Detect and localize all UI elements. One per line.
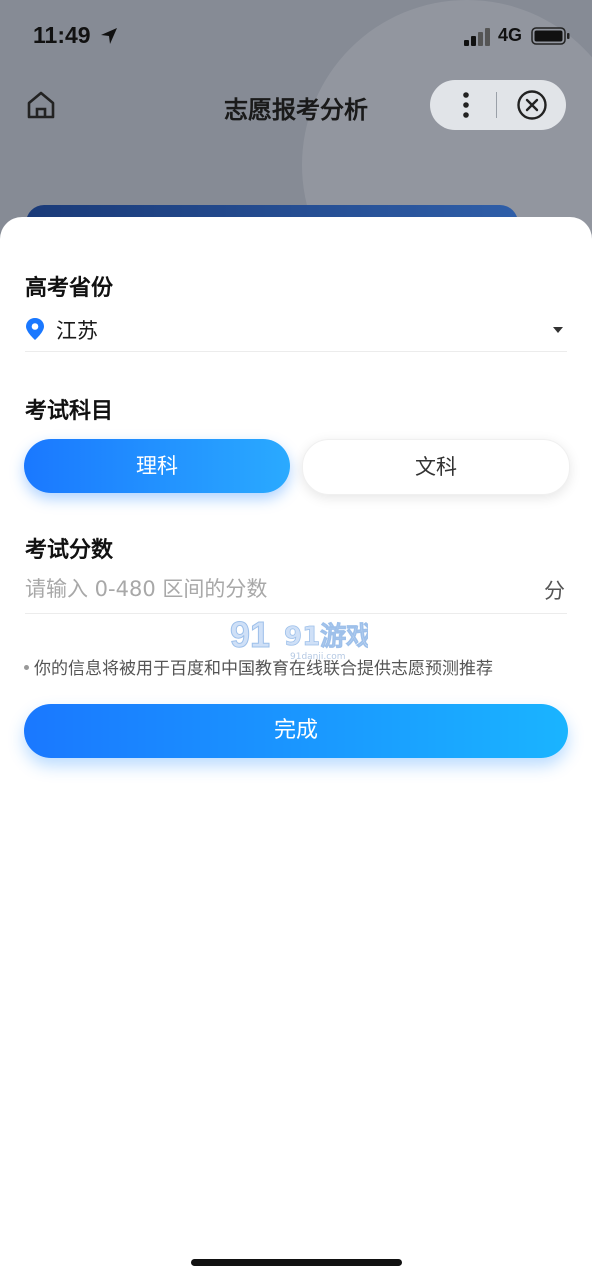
form-sheet: 高考省份 江苏 考试科目 理科 文科 考试分数 分 91 91游戏 91danj… bbox=[0, 217, 592, 1280]
privacy-note: 你的信息将被用于百度和中国教育在线联合提供志愿预测推荐 bbox=[24, 654, 493, 679]
province-label: 高考省份 bbox=[25, 276, 114, 301]
miniapp-capsule bbox=[430, 80, 566, 130]
score-label: 考试分数 bbox=[25, 538, 114, 563]
nav-bar: 志愿报考分析 bbox=[0, 70, 592, 140]
network-type: 4G bbox=[498, 25, 523, 45]
more-icon[interactable] bbox=[456, 89, 476, 121]
status-bar: 11:49 4G bbox=[0, 0, 592, 70]
svg-text:91: 91 bbox=[230, 614, 270, 655]
score-unit: 分 bbox=[544, 579, 565, 603]
capsule-divider bbox=[496, 92, 497, 118]
location-pin-icon bbox=[26, 318, 44, 340]
status-time: 11:49 bbox=[33, 22, 91, 48]
subject-option-arts[interactable]: 文科 bbox=[302, 439, 570, 495]
subject-label: 考试科目 bbox=[25, 399, 114, 424]
privacy-note-text: 你的信息将被用于百度和中国教育在线联合提供志愿预测推荐 bbox=[34, 659, 493, 679]
svg-text:91游戏: 91游戏 bbox=[284, 622, 368, 652]
cellular-signal-icon bbox=[464, 28, 490, 46]
battery-icon bbox=[531, 27, 570, 45]
subject-option-science[interactable]: 理科 bbox=[24, 439, 290, 493]
dropdown-caret-icon bbox=[553, 327, 563, 333]
bullet-icon bbox=[24, 664, 29, 670]
province-value: 江苏 bbox=[56, 319, 98, 343]
submit-button[interactable]: 完成 bbox=[24, 704, 568, 758]
home-indicator bbox=[191, 1259, 402, 1266]
province-selector[interactable]: 江苏 bbox=[25, 309, 567, 352]
close-icon[interactable] bbox=[516, 89, 548, 121]
score-input[interactable] bbox=[25, 569, 505, 609]
score-field: 分 bbox=[25, 569, 567, 614]
location-arrow-icon bbox=[101, 28, 117, 44]
